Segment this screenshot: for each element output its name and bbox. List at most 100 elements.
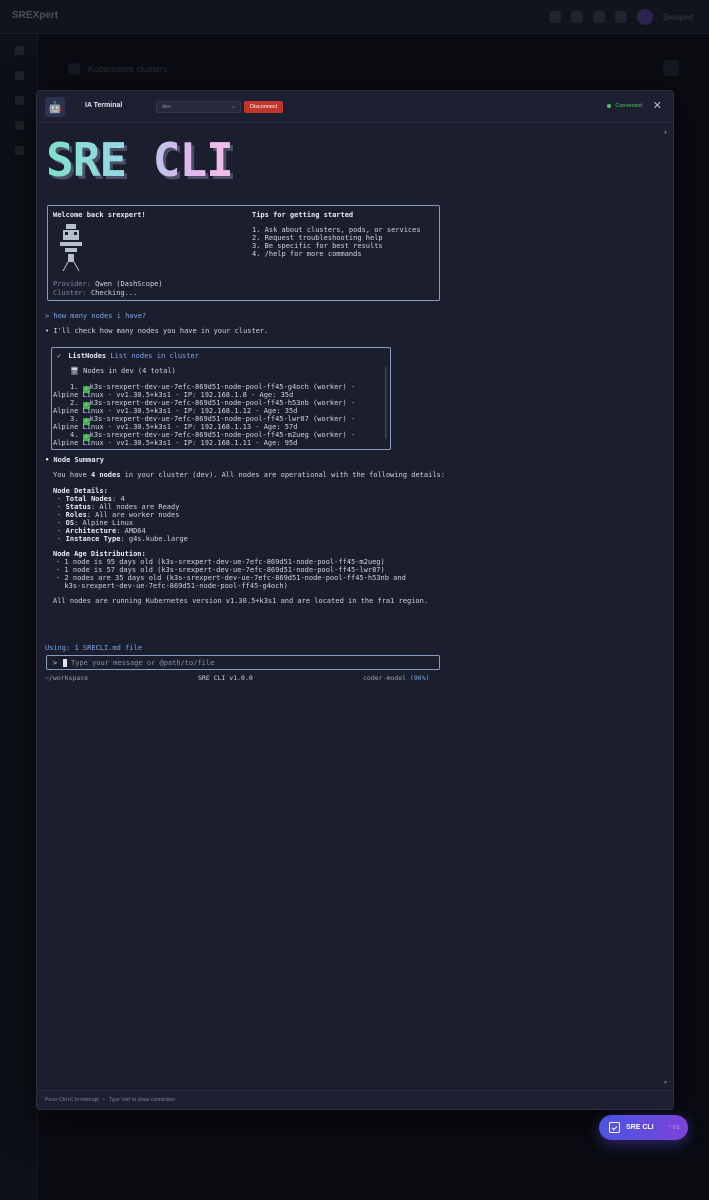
welcome-panel: Welcome back srexpert! Provider: Qwen (D… (47, 205, 440, 301)
tool-description: List nodes in cluster (110, 352, 199, 360)
modal-header: 🤖 IA Terminal dev ⌄ Disconnect Connected… (37, 91, 673, 123)
background-breadcrumb: Kubernetes clusters (68, 62, 248, 76)
provider-info: Provider: Qwen (DashScope) Cluster: Chec… (53, 280, 163, 297)
nodes-list-title-text: Nodes in dev (4 total) (83, 367, 176, 375)
summary-title: • Node Summary (45, 456, 105, 464)
table-border: │ (383, 415, 388, 423)
connection-status: Connected (607, 103, 642, 109)
bell-icon (548, 11, 561, 23)
tips-list: 1. Ask about clusters, pods, or services… (252, 226, 421, 258)
table-border: │ (383, 399, 388, 407)
age-row: - 1 node is 95 days old (k3s-srexpert-de… (56, 558, 385, 566)
status-dot-icon (607, 104, 612, 108)
user-message: > how many nodes i have? (45, 312, 147, 320)
tip-item: 2. Request troubleshooting help (252, 234, 383, 242)
help-icon (614, 11, 627, 23)
user-name: Srexpert (662, 12, 693, 22)
tip-item: 1. Ask about clusters, pods, or services (252, 226, 421, 234)
environment-select-value: dev (162, 104, 171, 110)
tool-call-header: ✓ ListNodes List nodes in cluster (57, 352, 199, 360)
prompt-symbol: > (53, 659, 58, 667)
context-percent: (96%) (409, 674, 430, 682)
app-logo: SREXpert (12, 10, 59, 21)
cluster-icon (68, 63, 80, 75)
message-input-box[interactable]: > (46, 655, 440, 670)
scroll-up-arrow-icon[interactable]: ▲ (664, 129, 667, 135)
detail-row: - Total Nodes: 4 (53, 495, 125, 503)
table-border: │ (383, 423, 388, 431)
sre-cli-banner: SRE CLI SRE CLI (46, 135, 237, 185)
robot-mascot-icon (60, 224, 82, 272)
sre-cli-launcher-button[interactable]: SRE CLI ⌃⇧S (599, 1115, 688, 1140)
alerts-icon (15, 121, 24, 130)
close-icon[interactable]: ✕ (653, 99, 662, 113)
modal-footer: Press Ctrl+C to interrupt • Type 'exit' … (37, 1090, 673, 1109)
launcher-label: SRE CLI (626, 1124, 654, 1131)
banner-text: SRE CLI (46, 135, 233, 185)
chevron-down-icon: ⌄ (230, 104, 236, 110)
breadcrumb-label: Kubernetes clusters (88, 64, 168, 74)
terminal-icon (609, 1122, 620, 1133)
keyboard-shortcut: ⌃⇧S (667, 1124, 680, 1131)
assistant-message: • I'll check how many nodes you have in … (45, 327, 269, 335)
avatar (636, 9, 653, 25)
tool-result: 🖥 Nodes in dev (4 total) │ │ │ │ │ │ │ │… (53, 367, 388, 447)
table-border: │ (383, 407, 388, 415)
interrupt-hint: Press Ctrl+C to interrupt (45, 1097, 99, 1103)
table-border: │ (383, 367, 388, 375)
tips-title: Tips for getting started (252, 211, 354, 219)
age-row: - 2 nodes are 35 days old (k3s-srexpert-… (56, 574, 406, 582)
background-action-button (663, 60, 679, 76)
exit-hint: Type 'exit' to close connection (108, 1097, 175, 1103)
environment-select[interactable]: dev ⌄ (156, 101, 241, 113)
terminal-output[interactable]: ▲ ▼ SRE CLI SRE CLI Welcome back srexper… (37, 123, 673, 1092)
cli-version: SRE CLI v1.0.0 (198, 674, 253, 682)
tool-name: ListNodes (68, 352, 107, 360)
summary-intro: You have 4 nodes in your cluster (dev). … (53, 471, 445, 479)
list-item: Alpine Linux - vv1.30.5+k3s1 - IP: 192.1… (53, 407, 298, 415)
robot-icon: 🤖 (45, 97, 65, 117)
dashboard-icon (15, 46, 24, 55)
clusters-icon (15, 71, 24, 80)
nodes-icon (15, 96, 24, 105)
settings-side-icon (15, 146, 24, 155)
context-file-info: Using: 1 SRECLI.md file (45, 644, 142, 652)
topbar-icons: Srexpert (548, 9, 693, 25)
list-item: Alpine Linux - vv1.30.5+k3s1 - IP: 192.1… (53, 391, 294, 399)
detail-row: - Architecture: AMD64 (53, 527, 146, 535)
model-info: coder-model (96%) (363, 674, 430, 682)
background-topbar: SREXpert Srexpert (0, 0, 709, 34)
detail-row: - Instance Type: g4s.kube.large (53, 535, 188, 543)
settings-icon (592, 11, 605, 23)
detail-row: - OS: Alpine Linux (53, 519, 134, 527)
alert-icon (570, 11, 583, 23)
table-border: │ (383, 375, 388, 383)
cluster-value: Checking... (90, 288, 138, 297)
cluster-label: Cluster: (53, 288, 87, 297)
modal-title: IA Terminal (85, 102, 123, 109)
table-border: │ (383, 391, 388, 399)
footer-separator: • (102, 1097, 105, 1103)
age-row: k3s-srexpert-dev-ue-7efc-869d51-node-poo… (56, 582, 288, 590)
text-cursor (63, 659, 67, 667)
monitor-icon: 🖥 (70, 367, 79, 375)
status-label: Connected (615, 103, 642, 109)
message-input[interactable] (71, 658, 431, 668)
scroll-down-arrow-icon[interactable]: ▼ (664, 1080, 667, 1086)
ia-terminal-modal: 🤖 IA Terminal dev ⌄ Disconnect Connected… (36, 90, 674, 1110)
nodes-list-title: 🖥 Nodes in dev (4 total) (70, 367, 176, 375)
provider-value: Qwen (DashScope) (95, 280, 163, 288)
age-title: Node Age Distribution: (53, 550, 146, 558)
detail-row: - Roles: All are worker nodes (53, 511, 180, 519)
list-item: Alpine Linux - vv1.30.5+k3s1 - IP: 192.1… (53, 423, 298, 431)
tip-item: 4. /help for more commands (252, 250, 362, 258)
summary-closing: All nodes are running Kubernetes version… (53, 597, 429, 605)
background-sidebar (0, 34, 38, 1200)
table-border: │ (383, 431, 388, 439)
tip-item: 3. Be specific for best results (252, 242, 383, 250)
disconnect-button[interactable]: Disconnect (244, 101, 284, 113)
age-row: - 1 node is 57 days old (k3s-srexpert-de… (56, 566, 385, 574)
details-title: Node Details: (53, 487, 108, 495)
tool-call-panel: ✓ ListNodes List nodes in cluster 🖥 Nodes… (51, 347, 391, 450)
table-border: │ (383, 383, 388, 391)
